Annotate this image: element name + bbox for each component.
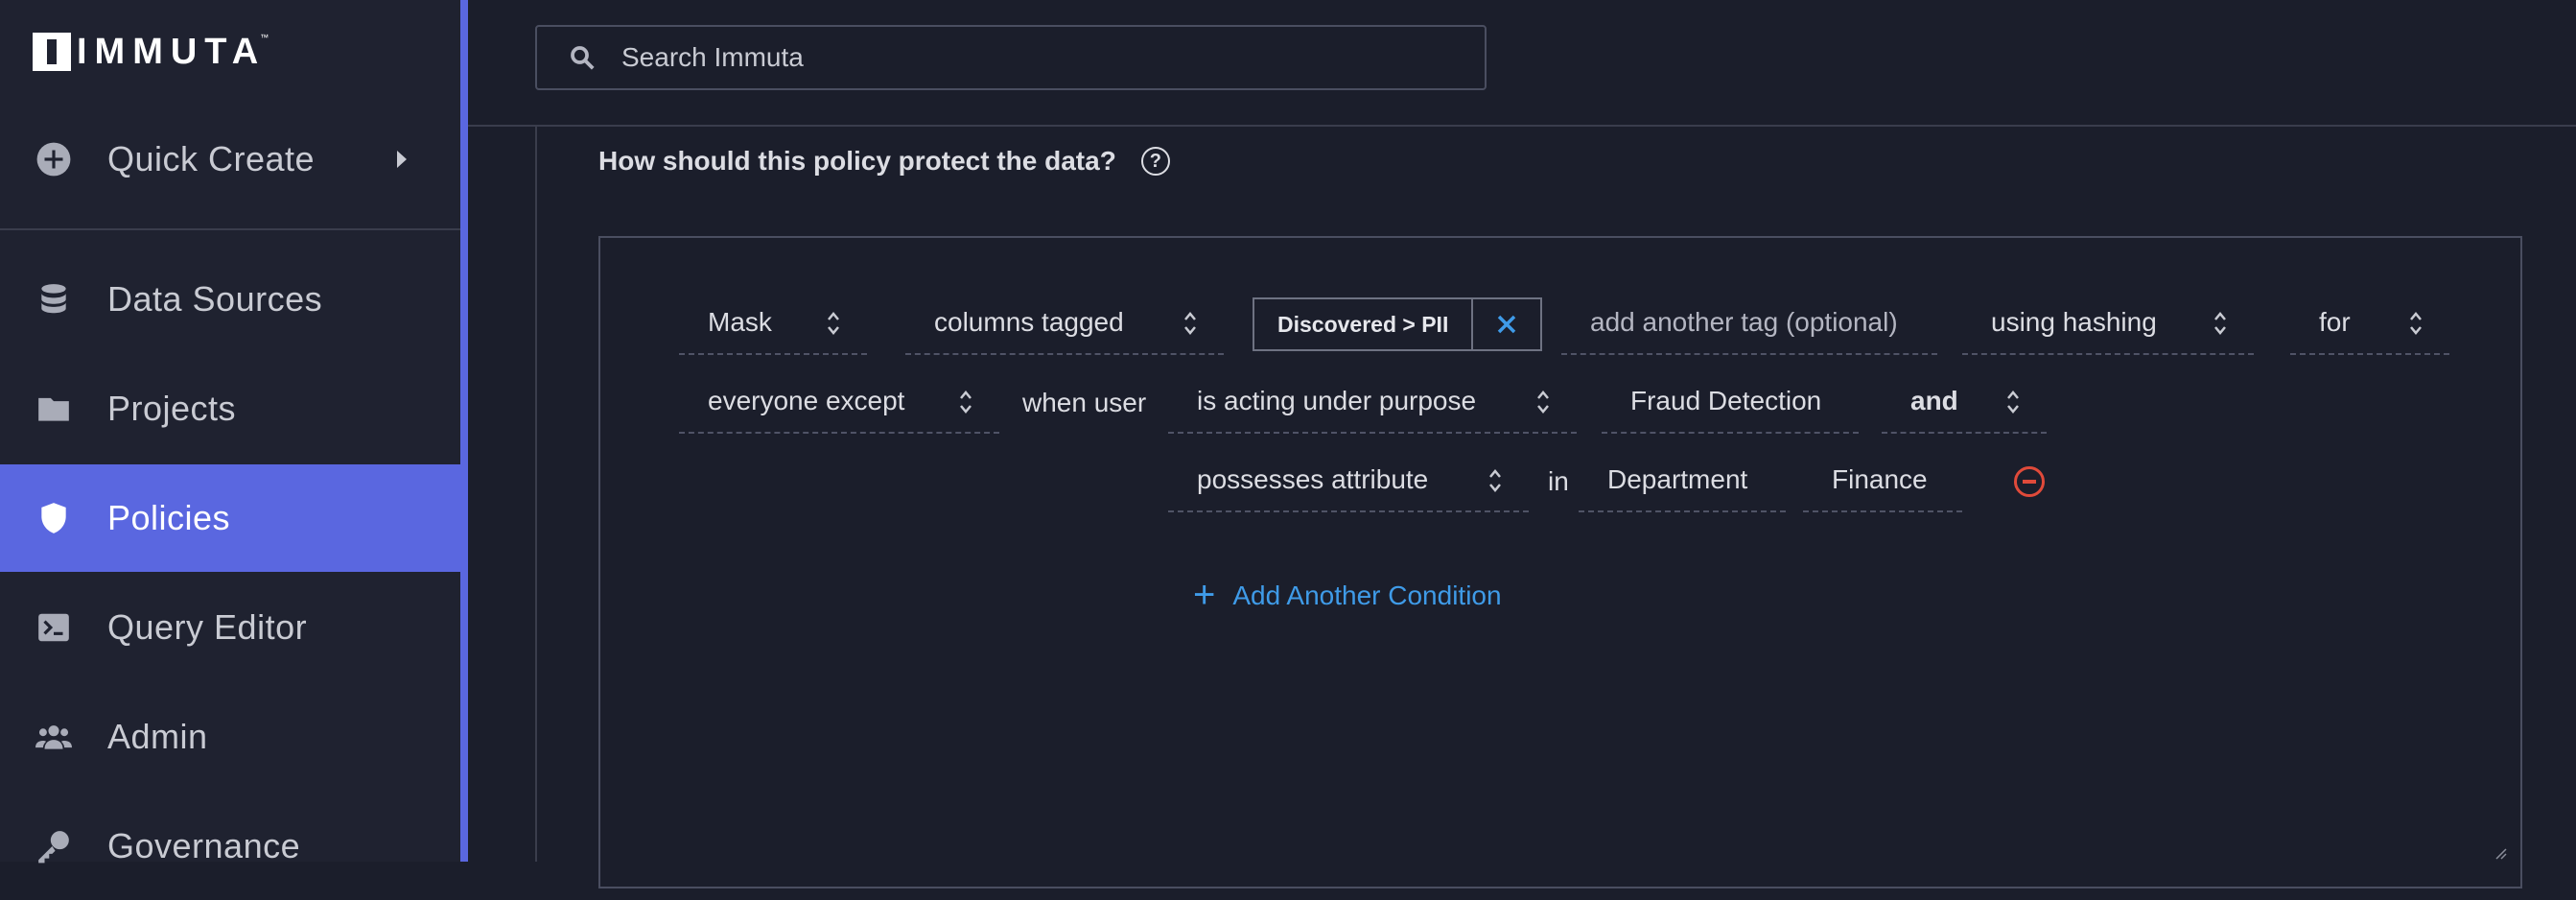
attribute-value-text: Finance bbox=[1832, 464, 1928, 494]
updown-icon bbox=[1182, 309, 1199, 338]
terminal-icon bbox=[0, 609, 107, 646]
sidebar-item-label: Policies bbox=[107, 498, 231, 537]
tag-chip: Discovered > PII bbox=[1253, 297, 1543, 351]
add-tag-placeholder: add another tag (optional) bbox=[1590, 307, 1898, 337]
resize-handle-icon[interactable] bbox=[2492, 844, 2507, 860]
sidebar-item-admin[interactable]: Admin bbox=[0, 683, 460, 791]
help-icon[interactable]: ? bbox=[1140, 147, 1170, 176]
condition2-value: possesses attribute bbox=[1197, 464, 1429, 494]
users-icon bbox=[0, 719, 107, 755]
updown-icon bbox=[2212, 309, 2229, 338]
purpose-value: Fraud Detection bbox=[1630, 386, 1822, 415]
conjunction-select[interactable]: and bbox=[1882, 370, 2047, 434]
shield-icon bbox=[0, 500, 107, 536]
database-icon bbox=[0, 281, 107, 318]
attribute-value-input[interactable]: Finance bbox=[1803, 449, 1962, 512]
add-condition-label: Add Another Condition bbox=[1232, 580, 1502, 610]
condition1-value: is acting under purpose bbox=[1197, 386, 1477, 415]
sidebar: IMMUTA ™ Quick Create Data Sources Proje… bbox=[0, 0, 460, 865]
tag-chip-label: Discovered > PII bbox=[1254, 299, 1474, 349]
add-condition-button[interactable]: + Add Another Condition bbox=[1193, 574, 1502, 617]
sidebar-item-label: Governance bbox=[107, 826, 301, 865]
sidebar-accent-edge bbox=[460, 0, 468, 862]
updown-icon bbox=[2407, 309, 2424, 338]
plus-icon: + bbox=[1193, 574, 1216, 616]
sidebar-item-projects[interactable]: Projects bbox=[0, 355, 460, 462]
conjunction-value: and bbox=[1910, 386, 1958, 415]
key-icon bbox=[0, 828, 107, 864]
logo-text: IMMUTA bbox=[77, 32, 267, 72]
logo-mark bbox=[33, 33, 71, 71]
sidebar-item-label: Quick Create bbox=[107, 139, 316, 178]
search-input[interactable] bbox=[621, 42, 1446, 73]
search-icon bbox=[571, 46, 595, 70]
policy-question-text: How should this policy protect the data? bbox=[598, 146, 1116, 176]
updown-icon bbox=[957, 388, 974, 416]
sidebar-item-quick-create[interactable]: Quick Create bbox=[0, 106, 460, 213]
who-value: everyone except bbox=[708, 386, 905, 415]
policy-question: How should this policy protect the data?… bbox=[598, 146, 1170, 177]
remove-condition-icon[interactable] bbox=[2014, 466, 2045, 497]
target-value: columns tagged bbox=[934, 307, 1124, 337]
updown-icon bbox=[1534, 388, 1552, 416]
plus-circle-icon bbox=[0, 141, 107, 178]
for-value: for bbox=[2319, 307, 2351, 337]
close-icon[interactable] bbox=[1473, 299, 1540, 349]
condition-select-2[interactable]: possesses attribute bbox=[1168, 449, 1529, 512]
updown-icon bbox=[825, 309, 842, 338]
sidebar-item-query-editor[interactable]: Query Editor bbox=[0, 574, 460, 681]
sidebar-item-governance[interactable]: Governance bbox=[0, 793, 460, 900]
sidebar-item-label: Data Sources bbox=[107, 279, 323, 319]
panel-border bbox=[535, 127, 537, 862]
updown-icon bbox=[2004, 388, 2022, 416]
who-select[interactable]: everyone except bbox=[679, 370, 999, 434]
sidebar-item-label: Query Editor bbox=[107, 607, 308, 647]
action-select[interactable]: Mask bbox=[679, 292, 867, 355]
sidebar-item-data-sources[interactable]: Data Sources bbox=[0, 246, 460, 353]
condition-select-1[interactable]: is acting under purpose bbox=[1168, 370, 1577, 434]
updown-icon bbox=[1487, 466, 1504, 495]
sidebar-item-policies[interactable]: Policies bbox=[0, 464, 460, 572]
when-user-label: when user bbox=[1022, 388, 1147, 417]
for-select[interactable]: for bbox=[2290, 292, 2449, 355]
attribute-value: Department bbox=[1607, 464, 1748, 494]
immuta-logo[interactable]: IMMUTA ™ bbox=[33, 33, 269, 71]
in-label: in bbox=[1548, 466, 1569, 496]
action-value: Mask bbox=[708, 307, 772, 337]
sidebar-item-label: Projects bbox=[107, 389, 237, 428]
sidebar-item-label: Admin bbox=[107, 717, 208, 756]
add-tag-input[interactable]: add another tag (optional) bbox=[1561, 292, 1937, 355]
logo-trademark: ™ bbox=[260, 33, 269, 42]
search-bar[interactable] bbox=[535, 25, 1487, 90]
sidebar-divider bbox=[0, 228, 460, 230]
purpose-input[interactable]: Fraud Detection bbox=[1602, 370, 1859, 434]
folder-icon bbox=[0, 391, 107, 427]
target-select[interactable]: columns tagged bbox=[905, 292, 1224, 355]
method-select[interactable]: using hashing bbox=[1962, 292, 2254, 355]
method-value: using hashing bbox=[1991, 307, 2157, 337]
caret-right-icon bbox=[397, 151, 407, 168]
attribute-input[interactable]: Department bbox=[1579, 449, 1786, 512]
